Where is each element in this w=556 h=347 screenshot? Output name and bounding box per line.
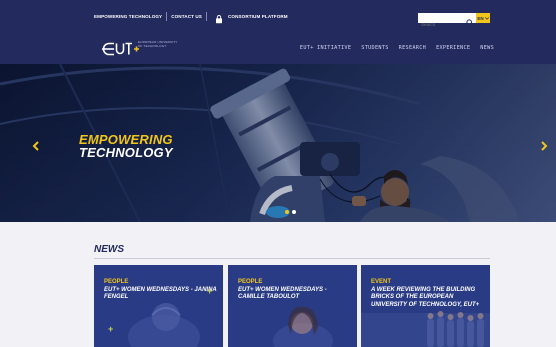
card-category: PEOPLE xyxy=(238,279,263,285)
card-title[interactable]: EUT+ WOMEN WEDNESDAYS - JANINA FENGEL xyxy=(104,287,218,302)
top-bar: EMPOWERING TECHNOLOGY CONTACT US CONSORT… xyxy=(0,0,556,32)
chevron-left-icon[interactable] xyxy=(30,139,42,151)
slider-dot[interactable] xyxy=(285,210,289,214)
search-input[interactable] xyxy=(418,19,462,30)
card-category: EVENT xyxy=(371,279,392,285)
news-card[interactable]: PEOPLE EUT+ WOMEN WEDNESDAYS - CAMILLE T… xyxy=(228,265,357,347)
card-category: PEOPLE xyxy=(104,279,129,285)
language-selector[interactable]: EN xyxy=(476,13,490,23)
chevron-right-icon[interactable] xyxy=(538,139,550,151)
language-label: EN xyxy=(477,15,484,21)
lock-icon xyxy=(214,11,224,24)
nav-item-experience[interactable]: EXPERIENCE xyxy=(436,45,470,51)
card-image xyxy=(228,265,357,347)
top-link-empowering-technology[interactable]: EMPOWERING TECHNOLOGY xyxy=(94,14,162,19)
top-links: EMPOWERING TECHNOLOGY CONTACT US CONSORT… xyxy=(94,0,288,32)
hero-title-line2: TECHNOLOGY xyxy=(79,145,173,160)
news-card[interactable]: PEOPLE EUT+ WOMEN WEDNESDAYS - JANINA FE… xyxy=(94,265,223,347)
main-nav: EUT+ INITIATIVE STUDENTS RESEARCH EXPERI… xyxy=(300,32,494,64)
card-title[interactable]: A WEEK REVIEWING THE BUILDING BRICKS OF … xyxy=(371,287,485,309)
chevron-down-icon xyxy=(484,16,489,20)
top-link-consortium-platform[interactable]: CONSORTIUM PLATFORM xyxy=(228,14,288,19)
card-title[interactable]: EUT+ WOMEN WEDNESDAYS - CAMILLE TABOULOT xyxy=(238,287,352,302)
card-image xyxy=(94,265,223,347)
hero-slider: EMPOWERING TECHNOLOGY xyxy=(0,64,556,222)
plus-icon: + xyxy=(207,286,213,296)
main-header: EUROPEAN UNIVERSITY OF TECHNOLOGY EUT+ I… xyxy=(0,32,556,64)
plus-icon: + xyxy=(108,324,114,334)
slider-dot[interactable] xyxy=(292,210,296,214)
news-card[interactable]: EVENT A WEEK REVIEWING THE BUILDING BRIC… xyxy=(361,265,490,347)
top-link-divider xyxy=(166,11,168,21)
top-link-contact-us[interactable]: CONTACT US xyxy=(171,14,202,19)
nav-item-research[interactable]: RESEARCH xyxy=(399,45,426,51)
hero-title: EMPOWERING TECHNOLOGY xyxy=(79,133,173,159)
news-heading: NEWS xyxy=(94,244,124,255)
nav-item-news[interactable]: NEWS xyxy=(480,45,494,51)
logo-subtext: EUROPEAN UNIVERSITY OF TECHNOLOGY xyxy=(138,40,178,48)
search-box xyxy=(418,13,476,30)
search-icon[interactable] xyxy=(466,14,474,27)
slider-dots xyxy=(285,210,296,214)
nav-item-students[interactable]: STUDENTS xyxy=(361,45,388,51)
news-divider xyxy=(94,258,490,259)
top-link-divider xyxy=(205,11,207,21)
nav-item-initiative[interactable]: EUT+ INITIATIVE xyxy=(300,45,351,51)
